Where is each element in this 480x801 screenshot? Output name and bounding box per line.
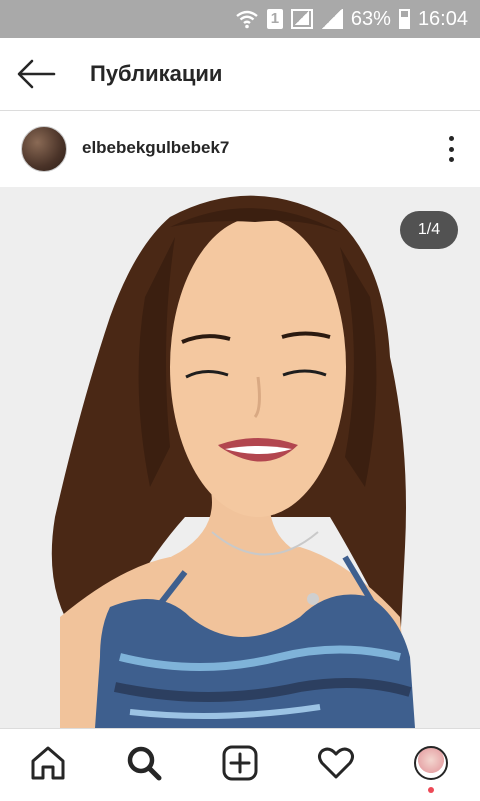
- status-bar: 1 63% 16:04: [0, 0, 480, 38]
- photo: [0, 187, 480, 728]
- wifi-icon: [236, 10, 258, 29]
- username[interactable]: elbebekgulbebek7: [82, 111, 229, 185]
- image-counter: 1/4: [400, 211, 458, 249]
- more-vertical-icon[interactable]: [446, 136, 456, 162]
- post-image[interactable]: 1/4: [0, 187, 480, 728]
- battery-percent: 63%: [350, 7, 391, 30]
- sim-icon: 1: [266, 9, 283, 29]
- battery-icon: [398, 9, 410, 29]
- signal-icon: [320, 9, 343, 29]
- page-title: Публикации: [90, 61, 223, 86]
- app-header: Публикации: [0, 38, 480, 111]
- post-header: elbebekgulbebek7: [0, 111, 480, 187]
- signal-icon: [290, 9, 313, 29]
- home-icon[interactable]: [28, 743, 68, 783]
- clock: 16:04: [417, 7, 468, 30]
- arrow-left-icon[interactable]: [14, 56, 58, 92]
- avatar[interactable]: [21, 126, 67, 172]
- heart-icon[interactable]: [316, 743, 356, 783]
- bottom-navigation: [0, 728, 480, 801]
- profile-avatar[interactable]: [414, 746, 448, 780]
- new-post-icon[interactable]: [220, 743, 260, 783]
- search-icon[interactable]: [124, 743, 164, 783]
- notification-dot: [428, 787, 434, 793]
